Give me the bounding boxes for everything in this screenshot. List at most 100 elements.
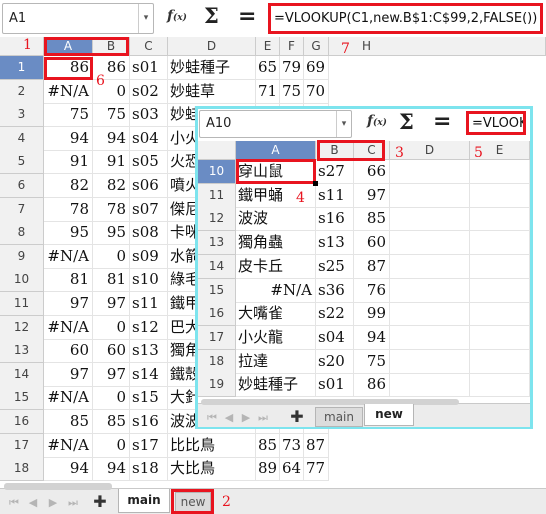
sub-function-wizard-icon[interactable]: f(x) <box>367 113 387 129</box>
cell-a[interactable]: 91 <box>44 150 93 175</box>
row-header[interactable]: 18 <box>0 457 44 482</box>
sub-add-sheet-icon[interactable]: ✚ <box>288 407 306 426</box>
cell-b[interactable]: 85 <box>93 410 130 434</box>
cell-b[interactable]: 75 <box>93 103 130 128</box>
column-header-c[interactable]: C <box>130 37 168 56</box>
sub-cell-d[interactable] <box>390 373 470 398</box>
cell-c[interactable]: s13 <box>130 339 168 364</box>
sub-cell-c[interactable]: 87 <box>354 254 390 279</box>
sub-prev-sheet-icon[interactable]: ◀ <box>223 411 235 424</box>
cell-a[interactable]: 78 <box>44 197 93 222</box>
row-header[interactable]: 6 <box>0 174 44 198</box>
cell-a[interactable]: #N/A <box>44 315 93 340</box>
cell-b[interactable]: 0 <box>93 433 130 458</box>
sub-cell-b[interactable]: s27 <box>316 160 354 184</box>
column-header-g[interactable]: G <box>304 37 329 56</box>
cell-b[interactable]: 91 <box>93 150 130 175</box>
cell-c[interactable]: s10 <box>130 268 168 293</box>
cell-e[interactable]: 65 <box>256 56 280 80</box>
cell-b[interactable]: 82 <box>93 174 130 198</box>
sub-cell-e[interactable] <box>470 231 530 256</box>
cell-a[interactable]: #N/A <box>44 79 93 104</box>
cell-g[interactable]: 87 <box>304 433 329 458</box>
sub-cell-d[interactable] <box>390 302 470 327</box>
sub-cell-a[interactable]: 小火龍 <box>236 325 316 350</box>
sub-cell-d[interactable] <box>390 349 470 374</box>
row-header[interactable]: 9 <box>0 244 44 269</box>
sub-cell-c[interactable]: 85 <box>354 207 390 232</box>
sub-cell-c[interactable]: 99 <box>354 302 390 327</box>
sub-tab-main[interactable]: main <box>315 407 363 427</box>
sub-cell-d[interactable] <box>390 325 470 350</box>
cell-a[interactable]: 94 <box>44 126 93 151</box>
sub-row-header[interactable]: 16 <box>198 302 236 327</box>
row-header[interactable]: 12 <box>0 315 44 340</box>
sub-row-header[interactable]: 19 <box>198 373 236 398</box>
column-header-e[interactable]: E <box>256 37 280 56</box>
row-header[interactable]: 5 <box>0 150 44 175</box>
cell-g[interactable]: 69 <box>304 56 329 80</box>
sub-name-box[interactable]: A10 <box>199 110 352 138</box>
cell-a[interactable]: 97 <box>44 292 93 316</box>
cell-d[interactable]: 妙蛙草 <box>168 79 256 104</box>
cell-g[interactable]: 70 <box>304 79 329 104</box>
sub-cell-e[interactable] <box>470 373 530 398</box>
cell-d[interactable]: 比比鳥 <box>168 433 256 458</box>
sub-last-sheet-icon[interactable]: ⏭ <box>257 411 269 425</box>
cell-c[interactable]: s04 <box>130 126 168 151</box>
sub-cell-c[interactable]: 75 <box>354 349 390 374</box>
cell-b[interactable]: 94 <box>93 126 130 151</box>
cell-a[interactable]: 94 <box>44 457 93 482</box>
sub-cell-e[interactable] <box>470 302 530 327</box>
cell-f[interactable]: 75 <box>280 79 304 104</box>
sub-row-header[interactable]: 12 <box>198 207 236 232</box>
sub-cell-e[interactable] <box>470 160 530 184</box>
row-header[interactable]: 17 <box>0 433 44 458</box>
name-box-dropdown-icon[interactable]: ▾ <box>138 4 153 33</box>
tab-main[interactable]: main <box>118 489 170 513</box>
sub-row-header[interactable]: 11 <box>198 183 236 208</box>
sub-tab-new[interactable]: new <box>364 404 414 426</box>
row-header[interactable]: 11 <box>0 292 44 316</box>
sub-cell-c[interactable]: 94 <box>354 325 390 350</box>
sub-cell-d[interactable] <box>390 207 470 232</box>
sub-cell-d[interactable] <box>390 231 470 256</box>
sub-cell-a[interactable]: 大嘴雀 <box>236 302 316 327</box>
sub-cell-b[interactable]: s04 <box>316 325 354 350</box>
cell-a[interactable]: 85 <box>44 410 93 434</box>
sub-horizontal-scrollbar[interactable] <box>201 399 459 405</box>
sub-row-header[interactable]: 17 <box>198 325 236 350</box>
cell-b[interactable]: 0 <box>93 386 130 411</box>
cell-c[interactable]: s05 <box>130 150 168 175</box>
sub-select-all-corner[interactable] <box>198 141 236 160</box>
sum-icon[interactable]: Σ <box>204 3 219 28</box>
select-all-corner[interactable] <box>0 37 44 56</box>
cell-c[interactable]: s17 <box>130 433 168 458</box>
sub-cell-a[interactable]: 皮卡丘 <box>236 254 316 279</box>
cell-a[interactable]: 95 <box>44 221 93 246</box>
first-sheet-icon[interactable]: ⏮ <box>7 496 21 510</box>
cell-a[interactable]: 81 <box>44 268 93 293</box>
sub-sum-icon[interactable]: Σ <box>399 109 414 134</box>
cell-c[interactable]: s15 <box>130 386 168 411</box>
cell-a[interactable]: 60 <box>44 339 93 364</box>
sub-next-sheet-icon[interactable]: ▶ <box>240 411 252 424</box>
cell-c[interactable]: s18 <box>130 457 168 482</box>
cell-d[interactable]: 大比鳥 <box>168 457 256 482</box>
cell-g[interactable]: 77 <box>304 457 329 482</box>
cell-a[interactable]: 75 <box>44 103 93 128</box>
cell-b[interactable]: 60 <box>93 339 130 364</box>
cell-c[interactable]: s16 <box>130 410 168 434</box>
function-wizard-icon[interactable]: f(x) <box>167 8 187 24</box>
cell-b[interactable]: 95 <box>93 221 130 246</box>
cell-b[interactable]: 97 <box>93 292 130 316</box>
fill-handle[interactable] <box>313 181 318 186</box>
horizontal-scrollbar[interactable] <box>4 483 112 490</box>
sub-cell-a[interactable]: 拉達 <box>236 349 316 374</box>
sub-cell-a[interactable]: 妙蛙種子 <box>236 373 316 398</box>
sub-cell-c[interactable]: 76 <box>354 278 390 303</box>
row-header[interactable]: 13 <box>0 339 44 364</box>
formula-input[interactable]: =VLOOKUP(C1,new.B$1:C$99,2,FALSE()) <box>268 3 543 34</box>
cell-f[interactable]: 64 <box>280 457 304 482</box>
sub-cell-a[interactable]: 獨角蟲 <box>236 231 316 256</box>
